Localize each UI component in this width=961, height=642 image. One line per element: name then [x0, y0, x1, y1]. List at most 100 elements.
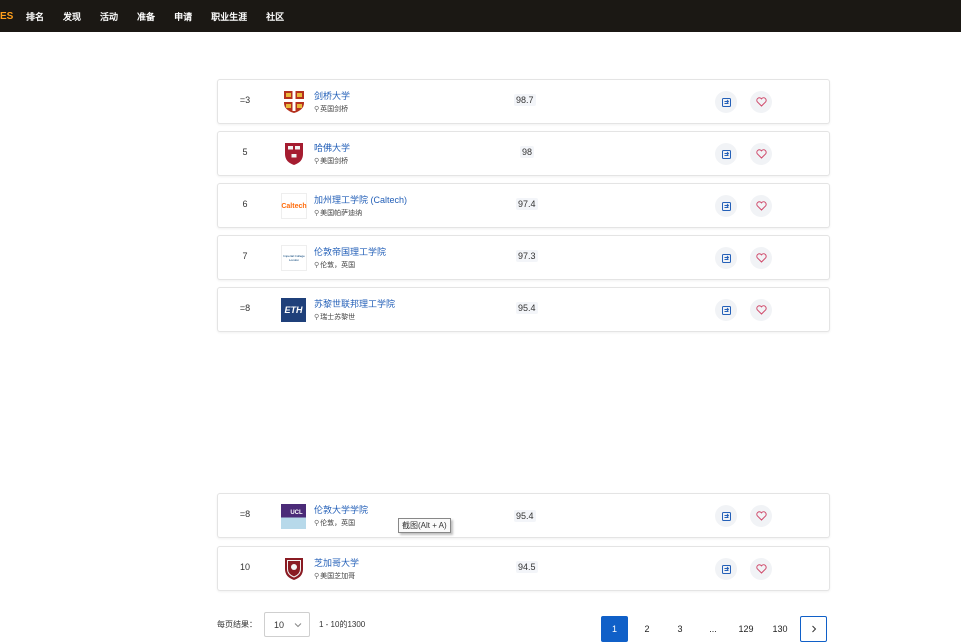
compare-button[interactable] — [715, 91, 737, 113]
next-page-button[interactable] — [800, 616, 827, 642]
nav-item-discover[interactable]: 发现 — [63, 10, 81, 23]
favorite-button[interactable] — [750, 247, 772, 269]
compare-icon — [721, 201, 731, 211]
location-pin-icon: ⚲ — [314, 520, 320, 527]
ranking-row: 5 哈佛大学 ⚲ 美国剑桥 98 — [217, 131, 830, 176]
university-name-link[interactable]: 加州理工学院 (Caltech) — [314, 193, 407, 206]
nav-item-community[interactable]: 社区 — [266, 10, 284, 23]
screenshot-tooltip: 截图(Alt + A) — [398, 518, 451, 533]
university-location: ⚲ 英国剑桥 — [314, 106, 349, 113]
overall-score: 98 — [520, 146, 535, 158]
university-name-link[interactable]: 伦敦大学学院 — [314, 503, 368, 516]
heart-icon — [755, 201, 767, 211]
brand-logo-text[interactable]: ES — [0, 11, 20, 22]
university-name-link[interactable]: 芝加哥大学 — [314, 556, 359, 569]
nav-item-prepare[interactable]: 准备 — [137, 10, 155, 23]
heart-icon — [755, 511, 767, 521]
compare-icon — [721, 149, 731, 159]
ranking-row: 10 芝加哥大学 ⚲ 美国芝加哥 94.5 — [217, 546, 830, 591]
ranking-row: 6 Caltech 加州理工学院 (Caltech) ⚲ 美国帕萨迪纳 97.4 — [217, 183, 830, 228]
location-pin-icon: ⚲ — [314, 106, 320, 113]
main-nav: 排名 发现 活动 准备 申请 职业生涯 社区 — [26, 10, 303, 23]
compare-button[interactable] — [715, 558, 737, 580]
overall-score: 95.4 — [514, 510, 536, 522]
rank-value: 5 — [242, 147, 248, 157]
favorite-button[interactable] — [750, 505, 772, 527]
compare-button[interactable] — [715, 247, 737, 269]
university-location: ⚲ 美国剑桥 — [314, 158, 349, 165]
university-name-link[interactable]: 伦敦帝国理工学院 — [314, 245, 386, 258]
ranking-row: =8 UCL 伦敦大学学院 ⚲ 伦敦，英国 95.4 — [217, 493, 830, 538]
results-range: 1 - 10的1300 — [319, 620, 366, 629]
favorite-button[interactable] — [750, 91, 772, 113]
eth-logo: ETH — [281, 298, 306, 322]
favorite-button[interactable] — [750, 143, 772, 165]
rank-value: 6 — [242, 199, 248, 209]
overall-score: 95.4 — [516, 302, 538, 314]
location-pin-icon: ⚲ — [314, 210, 320, 217]
nav-item-rankings[interactable]: 排名 — [26, 10, 44, 23]
per-page-select[interactable]: 10 — [264, 612, 310, 637]
caltech-logo: Caltech — [281, 193, 307, 219]
cambridge-crest-icon — [281, 89, 307, 115]
university-location: ⚲ 美国帕萨迪纳 — [314, 210, 363, 217]
compare-button[interactable] — [715, 195, 737, 217]
chevron-right-icon — [811, 625, 816, 633]
overall-score: 97.4 — [516, 198, 538, 210]
location-pin-icon: ⚲ — [314, 158, 320, 165]
university-name-link[interactable]: 剑桥大学 — [314, 89, 350, 102]
per-page-label: 每页结果： — [217, 620, 257, 629]
page-button-1[interactable]: 1 — [601, 616, 628, 642]
ranking-row: 7 Imperial College London 伦敦帝国理工学院 ⚲ 伦敦，英… — [217, 235, 830, 280]
compare-button[interactable] — [715, 143, 737, 165]
heart-icon — [755, 253, 767, 263]
per-page-value: 10 — [274, 619, 285, 630]
rank-value: 7 — [242, 251, 248, 261]
favorite-button[interactable] — [750, 558, 772, 580]
ranking-row: =8 ETH 苏黎世联邦理工学院 ⚲ 瑞士苏黎世 95.4 — [217, 287, 830, 332]
heart-icon — [755, 564, 767, 574]
overall-score: 94.5 — [516, 561, 538, 573]
location-pin-icon: ⚲ — [314, 262, 320, 269]
university-name-link[interactable]: 苏黎世联邦理工学院 — [314, 297, 395, 310]
rank-value: 10 — [239, 562, 250, 572]
page-button-3[interactable]: 3 — [672, 616, 688, 642]
chicago-shield-icon — [281, 556, 307, 582]
university-name-link[interactable]: 哈佛大学 — [314, 141, 350, 154]
favorite-button[interactable] — [750, 299, 772, 321]
compare-button[interactable] — [715, 299, 737, 321]
compare-button[interactable] — [715, 505, 737, 527]
page-button-129[interactable]: 129 — [734, 616, 758, 642]
ucl-logo: UCL — [281, 504, 306, 529]
overall-score: 97.3 — [516, 250, 538, 262]
ranking-row: =3 剑桥大学 ⚲ 英国剑桥 98.7 — [217, 79, 830, 124]
heart-icon — [755, 149, 767, 159]
harvard-shield-icon — [281, 141, 307, 167]
imperial-logo: Imperial College London — [281, 245, 307, 271]
location-pin-icon: ⚲ — [314, 314, 320, 321]
rank-value: =3 — [239, 95, 251, 105]
university-location: ⚲ 美国芝加哥 — [314, 573, 356, 580]
heart-icon — [755, 97, 767, 107]
compare-icon — [721, 253, 731, 263]
favorite-button[interactable] — [750, 195, 772, 217]
university-location: ⚲ 伦敦，英国 — [314, 520, 356, 527]
page-ellipsis: ... — [709, 624, 717, 634]
compare-icon — [721, 97, 731, 107]
nav-item-events[interactable]: 活动 — [100, 10, 118, 23]
compare-icon — [721, 511, 731, 521]
location-pin-icon: ⚲ — [314, 573, 320, 580]
rank-value: =8 — [239, 303, 251, 313]
top-navigation-bar: ES 排名 发现 活动 准备 申请 职业生涯 社区 — [0, 0, 961, 32]
page-button-2[interactable]: 2 — [639, 616, 655, 642]
overall-score: 98.7 — [514, 94, 536, 106]
compare-icon — [721, 564, 731, 574]
nav-item-apply[interactable]: 申请 — [174, 10, 192, 23]
university-location: ⚲ 瑞士苏黎世 — [314, 314, 356, 321]
rank-value: =8 — [239, 509, 251, 519]
nav-item-careers[interactable]: 职业生涯 — [211, 10, 247, 23]
chevron-down-icon — [294, 623, 302, 628]
page-button-130[interactable]: 130 — [768, 616, 792, 642]
heart-icon — [755, 305, 767, 315]
compare-icon — [721, 305, 731, 315]
